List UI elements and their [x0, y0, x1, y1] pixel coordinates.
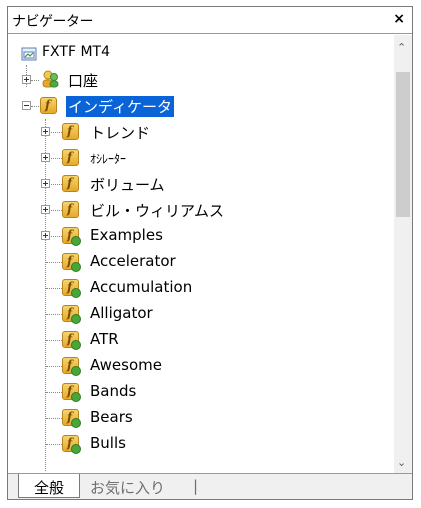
- expand-icon[interactable]: [41, 179, 50, 188]
- tree-line: [46, 418, 62, 419]
- indicator-folder-icon: f: [62, 201, 79, 218]
- terminal-icon: [21, 47, 37, 61]
- indicator-label: Accumulation: [90, 278, 193, 296]
- indicator-folder-icon: f: [62, 123, 79, 140]
- folder-label: トレンド: [90, 124, 151, 142]
- tree-indicator-item[interactable]: f Awesome: [18, 353, 386, 379]
- panel-title: ナビゲーター: [12, 14, 94, 30]
- tree-line: [46, 262, 62, 263]
- tree-indicator-item[interactable]: f Accelerator: [18, 249, 386, 275]
- indicator-folder-icon: f: [40, 97, 57, 114]
- tree-line: [46, 314, 62, 315]
- custom-indicator-icon: f: [62, 383, 81, 402]
- expand-icon[interactable]: [41, 153, 50, 162]
- expand-icon[interactable]: [41, 127, 50, 136]
- chevron-up-icon[interactable]: ⌃: [397, 41, 406, 54]
- expand-icon[interactable]: [22, 75, 31, 84]
- tree-folder-item[interactable]: f ｵｼﾚｰﾀｰ: [18, 145, 386, 171]
- tab-favorites[interactable]: お気に入り: [90, 474, 165, 498]
- folder-label: ボリューム: [90, 176, 165, 194]
- tree-item-root[interactable]: FXTF MT4: [18, 41, 386, 67]
- chevron-down-icon[interactable]: ⌄: [397, 456, 406, 469]
- indicator-label: ATR: [90, 330, 119, 348]
- accounts-label: 口座: [68, 72, 99, 90]
- indicators-label: インディケータ: [66, 96, 174, 117]
- tree-line: [46, 392, 62, 393]
- indicator-label: Awesome: [90, 356, 162, 374]
- collapse-icon[interactable]: [22, 101, 31, 110]
- navigator-tree: FXTF MT4 口座 f インディケータ f トレンド f ｵｼﾚｰﾀｰ f …: [18, 35, 386, 471]
- custom-indicator-icon: f: [62, 331, 81, 350]
- indicator-folder-icon: f: [62, 149, 79, 166]
- tab-bar: 全般 お気に入り |: [8, 473, 412, 499]
- folder-label: ビル・ウィリアムス: [90, 202, 224, 220]
- folder-label: Examples: [90, 226, 163, 244]
- tree-folder-item[interactable]: f ボリューム: [18, 171, 386, 197]
- tree-indicator-item[interactable]: f Bulls: [18, 431, 386, 457]
- vertical-scrollbar[interactable]: ⌃ ⌄: [394, 35, 412, 473]
- tree-line: [46, 288, 62, 289]
- custom-indicator-icon: f: [62, 435, 81, 454]
- tree-folder-item[interactable]: f トレンド: [18, 119, 386, 145]
- indicator-label: Bulls: [90, 434, 126, 452]
- folder-label: ｵｼﾚｰﾀｰ: [90, 152, 127, 166]
- tree-indicator-item[interactable]: f Alligator: [18, 301, 386, 327]
- expand-icon[interactable]: [41, 231, 50, 240]
- navigator-panel: ナビゲーター × FXTF MT4 口座 f インディケータ f トレンド f …: [7, 6, 413, 500]
- expand-icon[interactable]: [41, 205, 50, 214]
- tree-folder-item[interactable]: f Examples: [18, 223, 386, 249]
- tree-indicator-item[interactable]: f ATR: [18, 327, 386, 353]
- root-label: FXTF MT4: [42, 44, 110, 60]
- tab-separator: |: [193, 477, 199, 495]
- scrollbar-thumb[interactable]: [396, 72, 410, 217]
- tree-folder-item[interactable]: f ビル・ウィリアムス: [18, 197, 386, 223]
- tree-item-accounts[interactable]: 口座: [18, 67, 386, 93]
- indicator-label: Alligator: [90, 304, 153, 322]
- indicator-folder-icon: f: [62, 175, 79, 192]
- tree-indicator-item[interactable]: f Accumulation: [18, 275, 386, 301]
- title-bar: ナビゲーター ×: [8, 7, 412, 34]
- tree-indicator-item[interactable]: f Bands: [18, 379, 386, 405]
- tab-general[interactable]: 全般: [18, 474, 80, 498]
- indicator-label: Bands: [90, 382, 137, 400]
- close-icon[interactable]: ×: [393, 11, 405, 27]
- custom-indicator-icon: f: [62, 409, 81, 428]
- tree-line: [46, 340, 62, 341]
- custom-indicator-icon: f: [62, 279, 81, 298]
- tree-line: [46, 366, 62, 367]
- custom-indicator-icon: f: [62, 227, 81, 246]
- tree-line: [46, 444, 62, 445]
- indicator-label: Accelerator: [90, 252, 176, 270]
- tree-item-indicators[interactable]: f インディケータ: [18, 93, 386, 119]
- accounts-icon: [42, 70, 59, 88]
- indicator-label: Bears: [90, 408, 133, 426]
- custom-indicator-icon: f: [62, 305, 81, 324]
- custom-indicator-icon: f: [62, 253, 81, 272]
- tree-indicator-item[interactable]: f Bears: [18, 405, 386, 431]
- custom-indicator-icon: f: [62, 357, 81, 376]
